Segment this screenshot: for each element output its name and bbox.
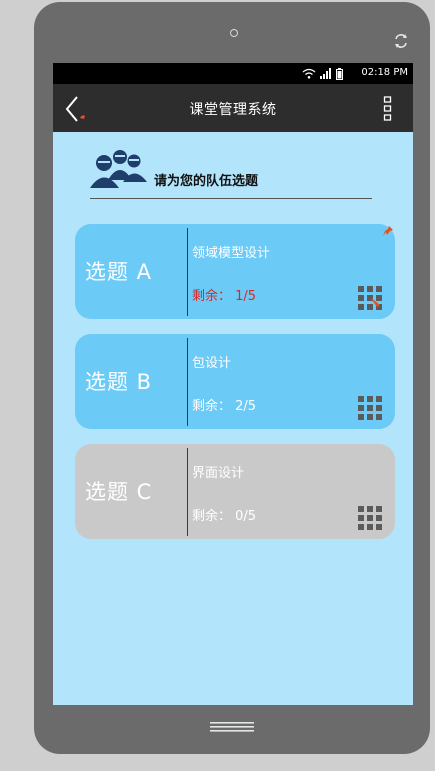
remaining-label: 剩余： [192, 399, 232, 414]
team-icon [90, 150, 147, 188]
topic-remaining: 剩余： 2/5 [192, 395, 256, 414]
topic-card-c[interactable]: 选题 C 界面设计 剩余： 0/5 [75, 444, 395, 539]
topic-name: 界面设计 [192, 466, 245, 481]
app-title: 课堂管理系统 [189, 102, 277, 118]
topic-remaining: 剩余： 0/5 [192, 505, 256, 524]
status-icons [302, 67, 343, 80]
header-divider [90, 198, 372, 199]
battery-icon [336, 67, 343, 80]
remaining-value: 1/5 [235, 289, 257, 304]
card-divider [187, 448, 188, 536]
team-header: 请为您的队伍选题 [90, 148, 372, 200]
signal-icon [320, 68, 331, 79]
rotate-icon[interactable] [392, 32, 410, 50]
grid-icon[interactable] [358, 506, 383, 531]
topic-label: 选题 C [85, 480, 153, 504]
home-lines-icon[interactable] [210, 720, 254, 734]
more-vertical-icon[interactable] [383, 96, 393, 122]
topic-name: 领域模型设计 [192, 246, 271, 261]
topic-card-a[interactable]: 选题 A 领域模型设计 剩余： 1/5 [75, 224, 395, 319]
pin-icon [383, 226, 393, 236]
status-bar: 02:18 PM [53, 63, 413, 84]
topic-label: 选题 B [85, 370, 153, 394]
phone-frame: 02:18 PM 课堂管理系统 请为您的队伍选题 选题 A 领域模型设计 剩余：… [34, 2, 430, 754]
remaining-label: 剩余： [192, 509, 232, 524]
wifi-icon [302, 68, 316, 79]
status-time: 02:18 PM [361, 67, 408, 78]
topic-name: 包设计 [192, 356, 232, 371]
grid-icon[interactable] [358, 286, 383, 311]
topic-remaining: 剩余： 1/5 [192, 285, 256, 304]
topic-card-b[interactable]: 选题 B 包设计 剩余： 2/5 [75, 334, 395, 429]
card-divider [187, 338, 188, 426]
card-divider [187, 228, 188, 316]
app-bar: 课堂管理系统 [53, 84, 413, 132]
screen: 02:18 PM 课堂管理系统 请为您的队伍选题 选题 A 领域模型设计 剩余：… [53, 63, 413, 705]
topic-label: 选题 A [85, 260, 153, 284]
grid-icon[interactable] [358, 396, 383, 421]
remaining-value: 0/5 [235, 509, 257, 524]
remaining-label: 剩余： [192, 289, 232, 304]
camera-icon [230, 29, 238, 37]
remaining-value: 2/5 [235, 399, 257, 414]
header-text: 请为您的队伍选题 [154, 174, 259, 189]
